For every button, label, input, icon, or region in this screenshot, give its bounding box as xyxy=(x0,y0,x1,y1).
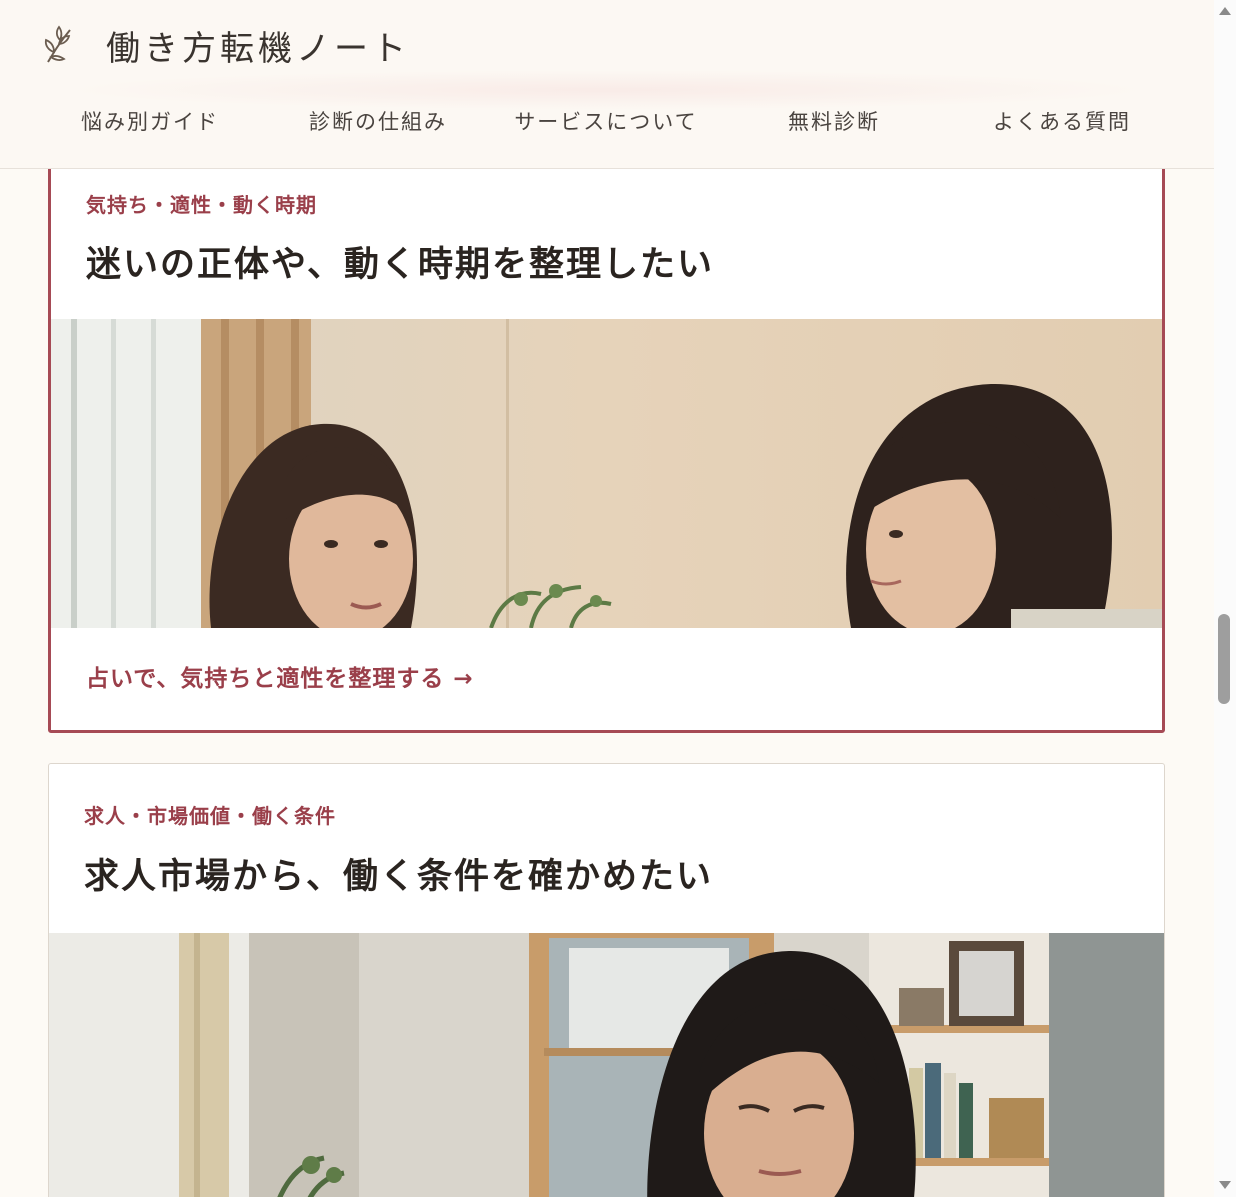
card-title: 迷いの正体や、動く時期を整理したい xyxy=(86,244,714,285)
card-title: 求人市場から、働く条件を確かめたい xyxy=(84,856,714,897)
site-brand[interactable]: 働き方転機ノート xyxy=(40,20,410,70)
card-tag: 気持ち・適性・動く時期 xyxy=(86,193,317,217)
nav-item-about-service[interactable]: サービスについて xyxy=(492,100,720,144)
site-header: 働き方転機ノート 悩み別ガイド 診断の仕組み サービスについて 無料診断 よくあ… xyxy=(0,0,1214,169)
guide-card-mood[interactable]: 気持ち・適性・動く時期 迷いの正体や、動く時期を整理したい 占いで、気持ちと適性… xyxy=(48,120,1165,733)
nav-item-how-it-works[interactable]: 診断の仕組み xyxy=(264,100,492,144)
woman-reading-photo xyxy=(49,933,1164,1197)
scrollbar-thumb[interactable] xyxy=(1218,614,1230,704)
scroll-down-arrow-icon[interactable] xyxy=(1219,1181,1231,1189)
nav-item-free-diagnosis[interactable]: 無料診断 xyxy=(720,100,948,144)
scroll-up-arrow-icon[interactable] xyxy=(1219,7,1231,15)
site-title: 働き方転機ノート xyxy=(106,28,410,69)
main-nav: 悩み別ガイド 診断の仕組み サービスについて 無料診断 よくある質問 xyxy=(36,100,1176,144)
card-tag: 求人・市場価値・働く条件 xyxy=(84,804,336,828)
sprig-icon xyxy=(44,25,71,63)
guide-card-market[interactable]: 求人・市場価値・働く条件 求人市場から、働く条件を確かめたい xyxy=(48,763,1165,1197)
nav-item-faq[interactable]: よくある質問 xyxy=(948,100,1176,144)
card-cta-link[interactable]: 占いで、気持ちと適性を整理する → xyxy=(86,659,474,693)
page-scrollbar[interactable] xyxy=(1214,0,1236,1197)
nav-item-guide[interactable]: 悩み別ガイド xyxy=(36,100,264,144)
two-women-talking-photo xyxy=(51,319,1162,628)
